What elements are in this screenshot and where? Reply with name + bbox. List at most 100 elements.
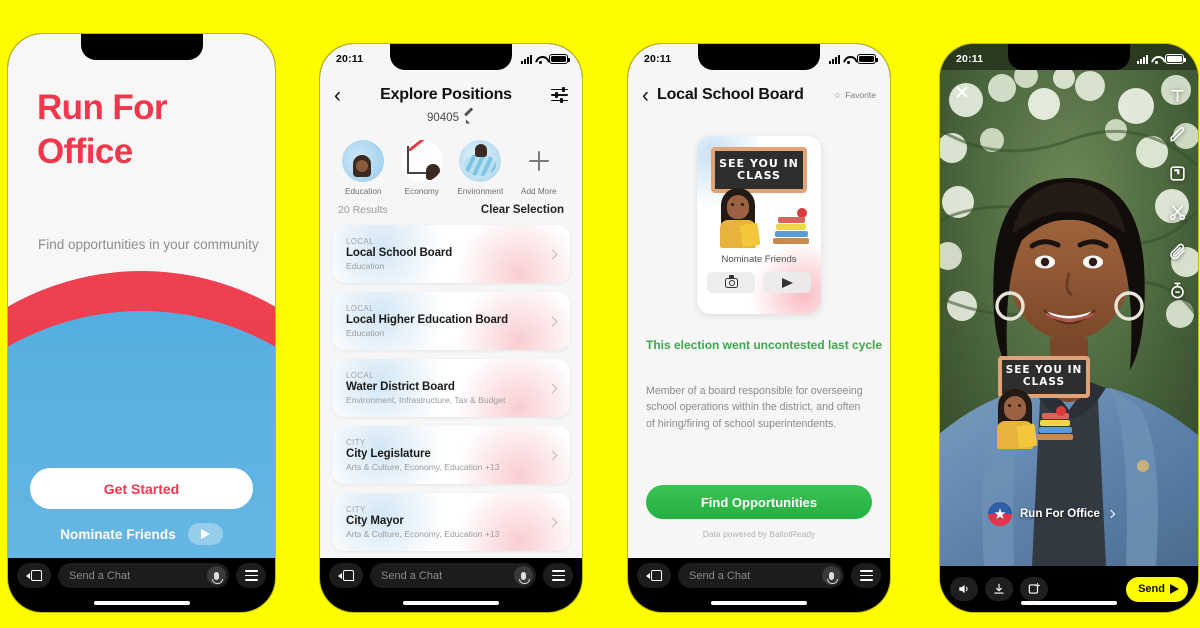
cellular-bars-icon (1137, 54, 1148, 64)
pencil-icon[interactable] (464, 113, 475, 124)
positions-list[interactable]: LOCAL Local School Board Education LOCAL… (332, 225, 570, 612)
chevron-left-icon[interactable]: ‹ (334, 85, 341, 106)
list-item[interactable]: LOCAL Local Higher Education Board Educa… (332, 292, 570, 350)
results-count: 20 Results (338, 204, 388, 216)
text-tool-icon[interactable] (1168, 86, 1187, 105)
home-indicator (403, 601, 499, 605)
data-attribution: Data powered by BallotReady (702, 529, 816, 539)
favorite-label: Favorite (845, 90, 876, 100)
microphone-icon[interactable] (207, 566, 226, 585)
scissors-icon[interactable] (1168, 203, 1187, 222)
phone-4-screen: ✕ SEE YOU IN CLASS ★ Run For Office Send… (940, 44, 1198, 612)
send-a-chat-input[interactable]: Send a Chat (58, 563, 229, 588)
close-icon[interactable]: ✕ (954, 84, 970, 103)
plus-icon (518, 140, 560, 182)
category-environment[interactable]: Environment (451, 140, 510, 196)
page-title: Explore Positions (380, 86, 512, 103)
screenshot-stage: Run For Office Find opportunities in you… (0, 0, 1200, 628)
phone-3-screen: ‹ Local School Board ☆ Favorite SEE YOU … (628, 44, 890, 612)
send-a-chat-input[interactable]: Send a Chat (678, 563, 844, 588)
speaker-icon[interactable] (950, 577, 978, 601)
phone-4: ✕ SEE YOU IN CLASS ★ Run For Office Send… (940, 44, 1198, 612)
position-level: LOCAL (346, 371, 375, 380)
chat-bubble-icon[interactable] (17, 563, 51, 588)
battery-icon (549, 54, 570, 64)
nominate-send-button[interactable] (187, 523, 223, 545)
cellular-bars-icon (829, 54, 840, 64)
home-indicator (93, 601, 190, 605)
hamburger-icon[interactable] (543, 563, 573, 588)
position-description: Member of a board responsible for overse… (646, 385, 863, 430)
send-button[interactable] (763, 272, 811, 293)
camera-icon (724, 275, 738, 288)
home-indicator (711, 601, 807, 605)
favorite-button[interactable]: ☆ Favorite (834, 90, 876, 100)
onboarding-screen: Run For Office Find opportunities in you… (8, 34, 275, 612)
category-add-more[interactable]: Add More (510, 140, 569, 196)
get-started-button[interactable]: Get Started (30, 468, 253, 509)
uncontested-highlight: This election went uncontested last cycl… (646, 338, 883, 352)
wifi-icon (535, 55, 546, 64)
notch (698, 44, 820, 70)
list-item[interactable]: LOCAL Water District Board Environment, … (332, 359, 570, 417)
category-label: Add More (521, 187, 557, 196)
microphone-icon[interactable] (514, 566, 533, 585)
board-line2: CLASS (737, 169, 781, 182)
paper-plane-icon (200, 529, 210, 539)
send-label: Send (1138, 583, 1165, 595)
paper-plane-icon (781, 277, 793, 288)
hamburger-icon[interactable] (236, 563, 266, 588)
chalkboard-sticker: SEE YOU IN CLASS (711, 147, 807, 193)
run-for-office-star-badge-icon: ★ (988, 502, 1012, 526)
send-a-chat-input[interactable]: Send a Chat (370, 563, 536, 588)
books-stack-icon (1037, 412, 1073, 440)
filter-sliders-icon[interactable] (551, 86, 568, 103)
run-for-office-attachment[interactable]: ★ Run For Office (988, 502, 1116, 526)
chat-bubble-icon[interactable] (637, 563, 671, 588)
cellular-bars-icon (521, 54, 532, 64)
zip-code-row[interactable]: 90405 (320, 112, 582, 124)
position-tags: Education (346, 261, 385, 271)
nominate-friends-card[interactable]: SEE YOU IN CLASS Nominate Friends (697, 136, 821, 314)
phone-2-screen: ‹ Explore Positions 90405 Education Econ… (320, 44, 582, 612)
list-item[interactable]: CITY City Legislature Arts & Culture, Ec… (332, 426, 570, 484)
find-opportunities-button[interactable]: Find Opportunities (646, 485, 872, 519)
see-you-in-class-sticker[interactable]: SEE YOU IN CLASS (992, 356, 1090, 449)
paperclip-icon[interactable] (1168, 242, 1187, 261)
category-economy[interactable]: Economy (393, 140, 452, 196)
nominate-friends-label: Nominate Friends (721, 254, 797, 265)
chat-bubble-icon[interactable] (329, 563, 363, 588)
battery-icon (857, 54, 878, 64)
star-icon: ☆ (833, 89, 842, 100)
position-title: Water District Board (346, 381, 455, 393)
microphone-icon[interactable] (822, 566, 841, 585)
phone-2: ‹ Explore Positions 90405 Education Econ… (320, 44, 582, 612)
list-item[interactable]: CITY City Mayor Arts & Culture, Economy,… (332, 493, 570, 551)
timer-icon[interactable] (1168, 281, 1187, 300)
phone-1: Run For Office Find opportunities in you… (8, 34, 275, 612)
position-level: LOCAL (346, 237, 375, 246)
download-icon[interactable] (985, 577, 1013, 601)
apple-icon (1056, 406, 1066, 416)
page-title: Local School Board (657, 86, 804, 103)
chat-placeholder: Send a Chat (381, 569, 443, 582)
snap-photo (940, 70, 1198, 566)
pencil-draw-icon[interactable] (1168, 125, 1187, 144)
attachment-label: Run For Office (1020, 508, 1100, 520)
send-button[interactable]: Send (1126, 576, 1188, 602)
hamburger-icon[interactable] (851, 563, 881, 588)
nominate-friends-row[interactable]: Nominate Friends (8, 523, 275, 545)
category-label: Environment (457, 187, 504, 196)
page-title-line1: Run For (37, 88, 168, 127)
navigation-bar: ‹ Local School Board ☆ Favorite (628, 78, 890, 112)
position-detail-screen: ‹ Local School Board ☆ Favorite SEE YOU … (628, 44, 890, 612)
sticker-icon[interactable] (1168, 164, 1187, 183)
list-item[interactable]: LOCAL Local School Board Education (332, 225, 570, 283)
chevron-left-icon[interactable]: ‹ (642, 85, 649, 106)
camera-button[interactable] (707, 272, 755, 293)
clear-selection-button[interactable]: Clear Selection (481, 204, 564, 216)
add-to-story-icon[interactable] (1020, 577, 1048, 601)
nominate-actions (707, 272, 811, 293)
snap-action-bar: Send (940, 566, 1198, 612)
category-education[interactable]: Education (334, 140, 393, 196)
